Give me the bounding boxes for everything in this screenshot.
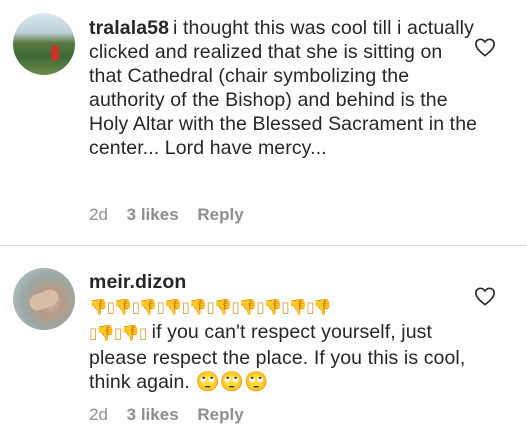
heart-outline-icon[interactable]: [474, 37, 496, 57]
avatar[interactable]: [13, 268, 75, 330]
comment-meta: 2d 3 likes Reply: [89, 405, 258, 425]
comment-text: if you can't respect yourself, just plea…: [89, 321, 466, 393]
rolling-eyes-emoji: 🙄🙄🙄: [195, 371, 269, 393]
reply-button[interactable]: Reply: [197, 205, 243, 224]
comment-meta: 2d 3 likes Reply: [89, 205, 258, 225]
heart-outline-icon[interactable]: [474, 286, 496, 306]
avatar-hands: [27, 287, 61, 313]
avatar[interactable]: [13, 13, 75, 75]
comment-time: 2d: [89, 405, 108, 424]
divider: [0, 245, 527, 246]
comment-time: 2d: [89, 205, 108, 224]
comment-username[interactable]: tralala58: [89, 17, 169, 39]
reply-button[interactable]: Reply: [197, 405, 243, 424]
comment-body: tralala58 i thought this was cool till i …: [89, 16, 479, 160]
avatar-figure: [51, 45, 59, 61]
emoji-line: 👎▯👎▯👎▯👎▯👎▯👎▯👎▯👎▯👎▯👎: [89, 299, 332, 316]
comment-username[interactable]: meir.dizon: [89, 271, 186, 293]
comment-likes[interactable]: 3 likes: [127, 205, 179, 224]
comment-likes[interactable]: 3 likes: [127, 405, 179, 424]
emoji-line-prefix: ▯👎▯👎▯: [89, 325, 147, 342]
comment-body: meir.dizon 👎▯👎▯👎▯👎▯👎▯👎▯👎▯👎▯👎▯👎 ▯👎▯👎▯ if …: [89, 270, 479, 394]
